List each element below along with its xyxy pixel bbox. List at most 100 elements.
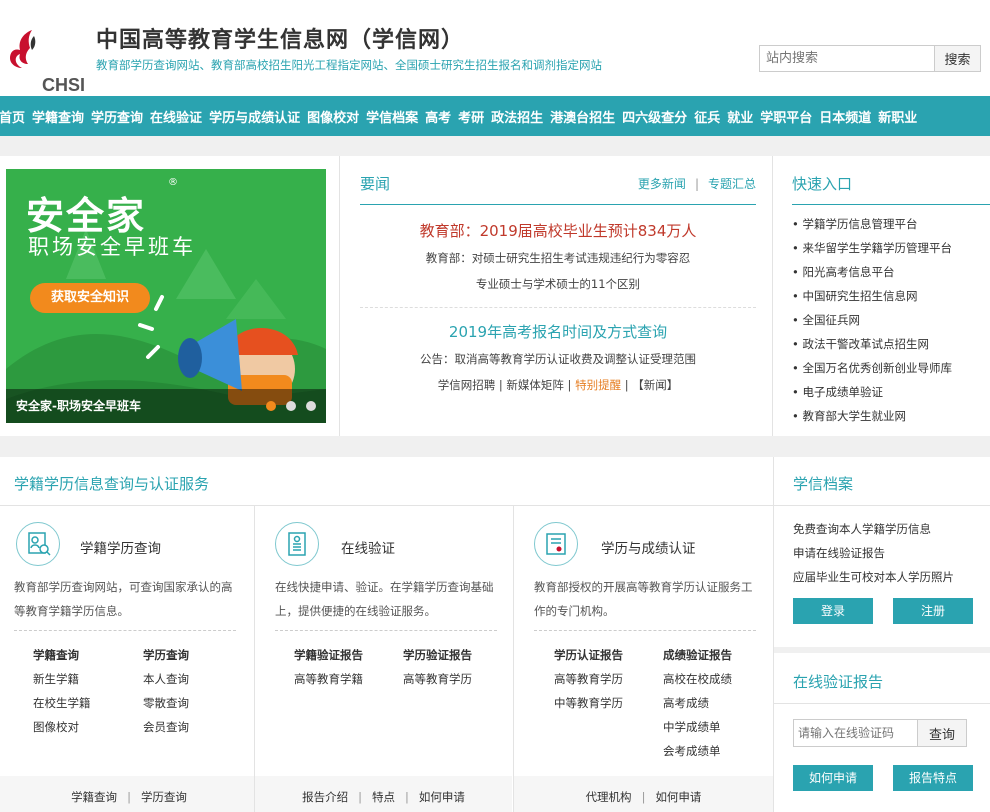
nav-zhengfa[interactable]: 政法招生 [491,107,543,126]
nav-xuezhi[interactable]: 学职平台 [760,107,812,126]
site-search-input[interactable] [759,45,935,72]
quick-entry-item[interactable]: • 学籍学历信息管理平台 [792,215,952,239]
quick-entry-item[interactable]: • 政法干警改革试点招生网 [792,335,952,359]
service-link-header[interactable]: 学历认证报告 [554,646,623,670]
headline-2[interactable]: 2019年高考报名时间及方式查询 [360,321,756,342]
banner-caption[interactable]: 安全家-职场安全早班车 [6,389,326,423]
nav-certification[interactable]: 学历与成绩认证 [209,107,300,126]
footer-link[interactable]: 特点 [372,790,395,804]
search-button[interactable]: 搜索 [934,45,981,72]
banner-cta-button[interactable]: 获取安全知识 [30,283,150,313]
special-reminder-link[interactable]: 特别提醒 [575,378,621,392]
nav-online-verify[interactable]: 在线验证 [150,107,202,126]
nav-japan[interactable]: 日本频道 [819,107,871,126]
quick-entry-item[interactable]: • 中国研究生招生信息网 [792,287,952,311]
nav-new-career[interactable]: 新职业 [878,107,917,126]
nav-xueli[interactable]: 学历查询 [91,107,143,126]
nav-image-check[interactable]: 图像校对 [307,107,359,126]
news-item[interactable]: 教育部：对硕士研究生招生考试违规违纪行为零容忍 [360,250,756,266]
service-divider [275,630,497,631]
service-link[interactable]: 中学成绩单 [663,718,732,742]
service-link[interactable]: 图像校对 [33,718,91,742]
service-link[interactable]: 新生学籍 [33,670,91,694]
footer-link[interactable]: 如何申请 [419,790,465,804]
news-links: 更多新闻 | 专题汇总 [637,177,756,191]
service-links-col: 学历查询 本人查询 零散查询 会员查询 [143,646,189,742]
more-news-link[interactable]: 更多新闻 [638,177,686,191]
quick-entry-title: 快速入口 [792,175,853,193]
service-link[interactable]: 高等教育学历 [554,670,623,694]
quick-entry-item[interactable]: • 电子成绩单验证 [792,383,952,407]
service-name[interactable]: 学籍学历查询 [80,537,161,557]
notice-item[interactable]: 公告：取消高等教育学历认证收费及调整认证受理范围 [360,351,756,367]
recruit-link[interactable]: 学信网招聘 [438,378,496,392]
service-link[interactable]: 高考成绩 [663,694,732,718]
how-to-apply-button[interactable]: 如何申请 [793,765,873,791]
nav-gaokao[interactable]: 高考 [425,107,451,126]
footer-link[interactable]: 报告介绍 [302,790,348,804]
service-link[interactable]: 零散查询 [143,694,189,718]
service-name[interactable]: 在线验证 [341,537,395,557]
footer-link[interactable]: 学籍查询 [71,790,117,804]
nav-jiuye[interactable]: 就业 [727,107,753,126]
site-title[interactable]: 中国高等教育学生信息网（学信网） [96,22,464,54]
service-link[interactable]: 会考成绩单 [663,742,732,766]
service-link-header[interactable]: 学籍查询 [33,646,91,670]
main-nav: 首页 学籍查询 学历查询 在线验证 学历与成绩认证 图像校对 学信档案 高考 考… [0,96,990,136]
login-button[interactable]: 登录 [793,598,873,624]
verify-query-button[interactable]: 查询 [917,719,967,747]
archive-feature[interactable]: 申请在线验证报告 [793,544,954,568]
nav-archive[interactable]: 学信档案 [366,107,418,126]
service-link[interactable]: 会员查询 [143,718,189,742]
carousel-dot-active[interactable] [266,401,276,411]
quick-entry-list: • 学籍学历信息管理平台 • 来华留学生学籍学历管理平台 • 阳光高考信息平台 … [792,215,952,431]
quick-entry-panel: 快速入口 • 学籍学历信息管理平台 • 来华留学生学籍学历管理平台 • 阳光高考… [773,156,990,436]
verify-code-input[interactable] [793,719,918,747]
service-link-header[interactable]: 学历查询 [143,646,189,670]
register-button[interactable]: 注册 [893,598,973,624]
service-divider [534,630,756,631]
report-features-button[interactable]: 报告特点 [893,765,973,791]
service-online-verify: 在线验证 在线快捷申请、验证。在学籍学历查询基础上，提供便捷的在线验证服务。 学… [254,506,512,812]
quick-entry-item[interactable]: • 教育部大学生就业网 [792,407,952,431]
separator-band [0,436,990,457]
service-link[interactable]: 高等教育学籍 [294,670,363,694]
verify-report-icon [275,522,319,566]
quick-entry-item[interactable]: • 阳光高考信息平台 [792,263,952,287]
quick-entry-item[interactable]: • 来华留学生学籍学历管理平台 [792,239,952,263]
service-link[interactable]: 在校生学籍 [33,694,91,718]
archive-feature[interactable]: 免费查询本人学籍学历信息 [793,520,954,544]
footer-link[interactable]: 如何申请 [655,790,701,804]
carousel-dot[interactable] [306,401,316,411]
headline-1[interactable]: 教育部：2019届高校毕业生预计834万人 [360,220,756,241]
news-item[interactable]: 专业硕士与学术硕士的11个区别 [360,276,756,292]
nav-xueji[interactable]: 学籍查询 [32,107,84,126]
service-link[interactable]: 中等教育学历 [554,694,623,718]
service-link-header[interactable]: 学籍验证报告 [294,646,363,670]
quick-entry-item[interactable]: • 全国征兵网 [792,311,952,335]
nav-gangaotai[interactable]: 港澳台招生 [550,107,615,126]
archive-feature[interactable]: 应届毕业生可校对本人学历照片 [793,568,954,592]
news-tag-link[interactable]: 【新闻】 [632,378,678,392]
footer-link[interactable]: 代理机构 [586,790,632,804]
promo-banner[interactable]: 安全家 ® 职场安全早班车 获取安全知识 安全家-职场安全早班车 [6,169,326,423]
service-link[interactable]: 高校在校成绩 [663,670,732,694]
carousel-dot[interactable] [286,401,296,411]
banner-subtitle: 职场安全早班车 [28,235,196,259]
chsi-logo[interactable]: CHSI [4,26,85,95]
nav-kaoyan[interactable]: 考研 [458,107,484,126]
nav-zhengbing[interactable]: 征兵 [694,107,720,126]
nav-cet[interactable]: 四六级查分 [622,107,687,126]
service-link[interactable]: 本人查询 [143,670,189,694]
service-footer: 学籍查询 | 学历查询 [0,776,258,812]
service-link-header[interactable]: 成绩验证报告 [663,646,732,670]
topics-link[interactable]: 专题汇总 [708,177,756,191]
quick-entry-item[interactable]: • 全国万名优秀创新创业导师库 [792,359,952,383]
media-link[interactable]: 新媒体矩阵 [506,378,564,392]
nav-home[interactable]: 首页 [0,107,25,126]
service-link[interactable]: 高等教育学历 [403,670,472,694]
service-name[interactable]: 学历与成绩认证 [601,537,696,557]
service-link-header[interactable]: 学历验证报告 [403,646,472,670]
registered-mark: ® [168,177,178,188]
footer-link[interactable]: 学历查询 [141,790,187,804]
